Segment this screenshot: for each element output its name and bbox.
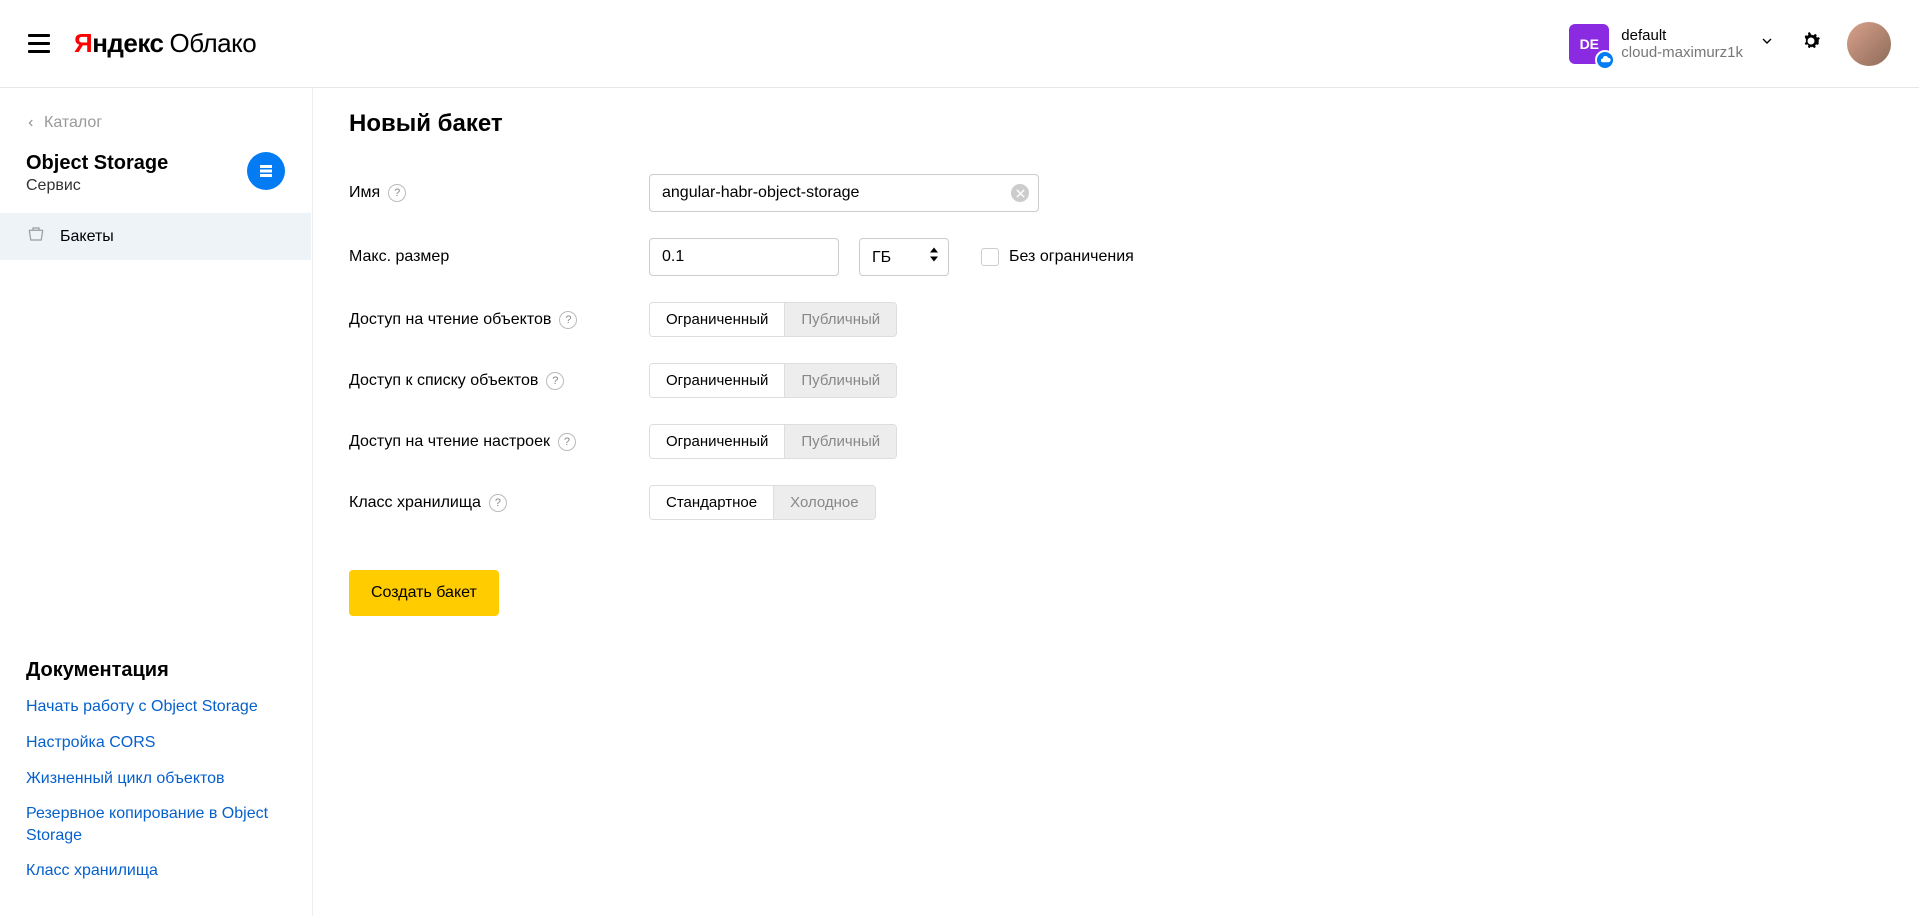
main-content: Новый бакет Имя ? Макс. размер ГБ [312, 88, 1919, 916]
segment-storage-class: Стандартное Холодное [649, 485, 876, 520]
seg-read-settings-restricted[interactable]: Ограниченный [650, 425, 785, 458]
segment-list-objects: Ограниченный Публичный [649, 363, 897, 398]
header: Яндекс Облако DE default cloud-maximurz1… [0, 0, 1919, 88]
row-max-size: Макс. размер ГБ Без ограничения [349, 238, 1883, 276]
label-unlimited: Без ограничения [1009, 248, 1134, 266]
logo[interactable]: Яндекс Облако [74, 28, 256, 59]
layout: Каталог Object Storage Сервис Бакеты Док… [0, 88, 1919, 916]
chevron-left-icon [26, 116, 36, 130]
label-storage-class: Класс хранилища [349, 494, 481, 512]
back-label: Каталог [44, 114, 102, 132]
docs-title: Документация [26, 659, 286, 682]
sidebar: Каталог Object Storage Сервис Бакеты Док… [0, 88, 312, 916]
sidebar-item-buckets-label: Бакеты [60, 228, 114, 246]
logo-ndex: ндекс [92, 28, 163, 59]
row-read-objects: Доступ на чтение объектов ? Ограниченный… [349, 302, 1883, 337]
bucket-icon [26, 225, 46, 248]
chevron-down-icon [1759, 33, 1775, 54]
row-storage-class: Класс хранилища ? Стандартное Холодное [349, 485, 1883, 520]
account-badge: DE [1569, 24, 1609, 64]
account-subname: cloud-maximurz1k [1621, 44, 1743, 61]
header-left: Яндекс Облако [28, 28, 256, 59]
label-read-objects: Доступ на чтение объектов [349, 311, 551, 329]
clear-input-icon[interactable] [1011, 184, 1029, 202]
seg-storage-cold[interactable]: Холодное [774, 486, 875, 519]
logo-cloud: Облако [170, 28, 257, 59]
service-subtitle: Сервис [26, 177, 168, 195]
doc-link-lifecycle[interactable]: Жизненный цикл объектов [26, 768, 286, 790]
label-name: Имя [349, 184, 380, 202]
documentation-section: Документация Начать работу с Object Stor… [0, 659, 312, 896]
seg-read-settings-public[interactable]: Публичный [785, 425, 896, 458]
create-bucket-button[interactable]: Создать бакет [349, 570, 499, 616]
seg-storage-standard[interactable]: Стандартное [650, 486, 774, 519]
help-icon[interactable]: ? [388, 184, 406, 202]
account-name: default [1621, 27, 1743, 44]
bucket-name-input[interactable] [649, 174, 1039, 212]
segment-read-settings: Ограниченный Публичный [649, 424, 897, 459]
page-title: Новый бакет [349, 110, 1883, 138]
help-icon[interactable]: ? [559, 311, 577, 329]
seg-list-objects-restricted[interactable]: Ограниченный [650, 364, 785, 397]
label-list-objects: Доступ к списку объектов [349, 372, 538, 390]
doc-link-getting-started[interactable]: Начать работу с Object Storage [26, 696, 286, 718]
max-size-input[interactable] [649, 238, 839, 276]
segment-read-objects: Ограниченный Публичный [649, 302, 897, 337]
cloud-icon [1595, 50, 1615, 70]
label-read-settings: Доступ на чтение настроек [349, 433, 550, 451]
row-name: Имя ? [349, 174, 1883, 212]
doc-link-storage-class[interactable]: Класс хранилища [26, 860, 286, 882]
service-title: Object Storage [26, 152, 168, 175]
size-unit-select[interactable]: ГБ [859, 238, 949, 276]
logo-ya: Я [74, 28, 92, 59]
hamburger-menu-button[interactable] [28, 34, 50, 53]
help-icon[interactable]: ? [546, 372, 564, 390]
help-icon[interactable]: ? [558, 433, 576, 451]
sidebar-item-buckets[interactable]: Бакеты [0, 213, 311, 260]
user-avatar[interactable] [1847, 22, 1891, 66]
label-max-size: Макс. размер [349, 248, 449, 266]
header-right: DE default cloud-maximurz1k [1569, 22, 1891, 66]
account-badge-text: DE [1580, 36, 1599, 52]
row-list-objects: Доступ к списку объектов ? Ограниченный … [349, 363, 1883, 398]
service-header: Object Storage Сервис [0, 138, 311, 213]
service-icon [247, 152, 285, 190]
seg-read-objects-restricted[interactable]: Ограниченный [650, 303, 785, 336]
back-to-catalog-link[interactable]: Каталог [0, 108, 311, 138]
settings-gear-icon[interactable] [1799, 29, 1823, 58]
account-selector[interactable]: DE default cloud-maximurz1k [1569, 24, 1775, 64]
help-icon[interactable]: ? [489, 494, 507, 512]
seg-list-objects-public[interactable]: Публичный [785, 364, 896, 397]
row-read-settings: Доступ на чтение настроек ? Ограниченный… [349, 424, 1883, 459]
unlimited-checkbox[interactable] [981, 248, 999, 266]
doc-link-backup[interactable]: Резервное копирование в Object Storage [26, 803, 286, 846]
seg-read-objects-public[interactable]: Публичный [785, 303, 896, 336]
doc-link-cors[interactable]: Настройка CORS [26, 732, 286, 754]
account-labels: default cloud-maximurz1k [1621, 27, 1743, 61]
